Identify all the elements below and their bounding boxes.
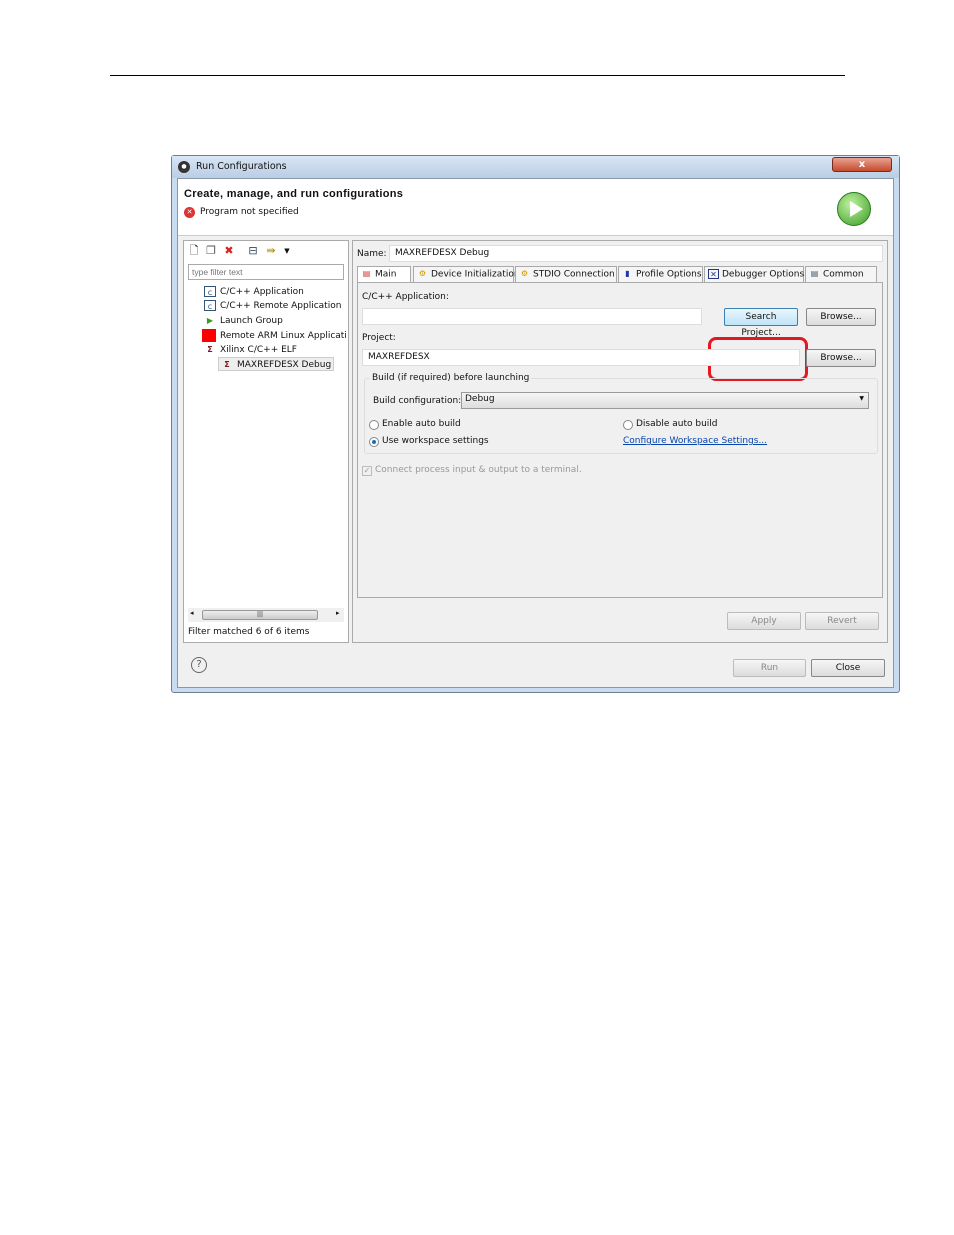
project-field[interactable]: MAXREFDESX — [362, 349, 800, 366]
build-configuration-label: Build configuration: — [373, 396, 462, 406]
title-bar: ● Run Configurations x — [172, 156, 899, 178]
run-icon — [837, 192, 871, 226]
app-icon: ● — [178, 161, 190, 173]
apply-button[interactable]: Apply — [727, 612, 801, 630]
run-configurations-window: ● Run Configurations x Create, manage, a… — [171, 155, 900, 693]
tab-stdio-connection[interactable]: ⚙ STDIO Connection — [515, 266, 617, 282]
c-application-field[interactable] — [362, 308, 702, 325]
build-group: Build (if required) before launching Bui… — [364, 373, 878, 454]
revert-button[interactable]: Revert — [805, 612, 879, 630]
window-close-button[interactable]: x — [832, 157, 892, 172]
use-workspace-settings-radio[interactable] — [369, 437, 379, 447]
c-app-icon: c — [204, 300, 216, 311]
browse-application-button[interactable]: Browse... — [806, 308, 876, 326]
gear-icon: ⚙ — [520, 269, 529, 278]
main-tab-icon: ▤ — [362, 269, 371, 278]
search-project-button[interactable]: Search Project... — [724, 308, 798, 338]
window-title: Run Configurations — [196, 161, 287, 172]
help-icon[interactable]: ? — [191, 657, 207, 673]
main-tab-content: C/C++ Application: Search Project... Bro… — [357, 282, 883, 598]
bar-chart-icon: ▮ — [625, 269, 630, 278]
common-tab-icon: ▤ — [810, 269, 819, 278]
duplicate-config-icon[interactable]: ❐ — [204, 244, 218, 258]
new-config-icon[interactable]: 🗋 — [187, 244, 201, 258]
page-header-rule — [110, 75, 845, 76]
enable-auto-build-label: Enable auto build — [382, 419, 461, 429]
scroll-right-icon[interactable]: ▸ — [336, 609, 340, 617]
tree-item-c-application[interactable]: c C/C++ Application — [204, 285, 304, 299]
disable-auto-build-radio[interactable] — [623, 420, 633, 430]
enable-auto-build-radio[interactable] — [369, 420, 379, 430]
debugger-icon: ✕ — [708, 269, 719, 279]
collapse-all-icon[interactable]: ⊟ — [246, 244, 260, 258]
tab-common[interactable]: ▤ Common — [805, 266, 877, 282]
dropdown-chevron-down-icon: ▼ — [859, 395, 864, 402]
build-configuration-select[interactable]: Debug ▼ — [461, 392, 869, 409]
disable-auto-build-label: Disable auto build — [636, 419, 718, 429]
scroll-left-icon[interactable]: ◂ — [190, 609, 194, 617]
scroll-thumb[interactable]: ||| — [202, 610, 318, 620]
run-button[interactable]: Run — [733, 659, 806, 677]
configuration-tree-panel: 🗋 ❐ ✖ ⊟ ⇛ ▼ cC/C++ Application cC/C++ Re… — [183, 240, 349, 643]
xilinx-icon: Σ — [207, 345, 213, 354]
xilinx-icon: Σ — [224, 360, 230, 369]
tab-profile-options[interactable]: ▮ Profile Options — [618, 266, 703, 282]
connect-terminal-label: Connect process input & output to a term… — [375, 465, 582, 475]
dialog-title: Create, manage, and run configurations — [184, 188, 404, 200]
connect-terminal-checkbox: ✓ — [362, 466, 372, 476]
configuration-editor: Name: MAXREFDESX Debug ▤ Main ⚙ Device Ini… — [352, 240, 888, 643]
close-button[interactable]: Close — [811, 659, 885, 677]
c-application-label: C/C++ Application: — [362, 292, 449, 302]
tree-item-xilinx-elf[interactable]: Σ Xilinx C/C++ ELF — [204, 343, 297, 357]
filter-input[interactable] — [188, 264, 344, 280]
error-icon: ✕ — [184, 207, 195, 218]
c-app-icon: c — [204, 286, 216, 297]
tree-item-maxrefdesx-debug[interactable]: Σ MAXREFDESX Debug — [218, 357, 335, 371]
browse-project-button[interactable]: Browse... — [806, 349, 876, 367]
filter-status: Filter matched 6 of 6 items — [188, 627, 310, 637]
name-field[interactable]: MAXREFDESX Debug — [389, 245, 883, 262]
launch-group-icon: ▶ — [206, 316, 214, 325]
project-label: Project: — [362, 333, 396, 343]
horizontal-scrollbar[interactable]: ◂ ||| ▸ — [188, 608, 344, 622]
view-menu-chevron-down-icon[interactable]: ▼ — [280, 244, 294, 258]
tree-item-remote-arm-linux[interactable]: Remote ARM Linux Applicati — [202, 329, 347, 343]
remote-arm-icon — [202, 329, 216, 342]
build-group-title: Build (if required) before launching — [370, 373, 532, 383]
tab-device-initialization[interactable]: ⚙ Device Initialization — [413, 266, 520, 282]
tree-item-c-remote-application[interactable]: c C/C++ Remote Application — [204, 299, 341, 313]
tab-debugger-options[interactable]: ✕ Debugger Options — [704, 266, 804, 282]
tree-item-launch-group[interactable]: ▶ Launch Group — [204, 314, 283, 328]
gear-icon: ⚙ — [418, 269, 427, 278]
dialog-header: Create, manage, and run configurations ✕… — [178, 179, 893, 236]
tab-main[interactable]: ▤ Main — [357, 266, 411, 282]
use-workspace-settings-label: Use workspace settings — [382, 436, 489, 446]
configure-workspace-settings-link[interactable]: Configure Workspace Settings... — [623, 436, 767, 446]
error-message: Program not specified — [200, 207, 299, 217]
filter-config-icon[interactable]: ⇛ — [264, 244, 278, 258]
name-label: Name: — [357, 249, 387, 259]
dialog-client: Create, manage, and run configurations ✕… — [177, 178, 894, 688]
delete-config-icon[interactable]: ✖ — [222, 244, 236, 258]
